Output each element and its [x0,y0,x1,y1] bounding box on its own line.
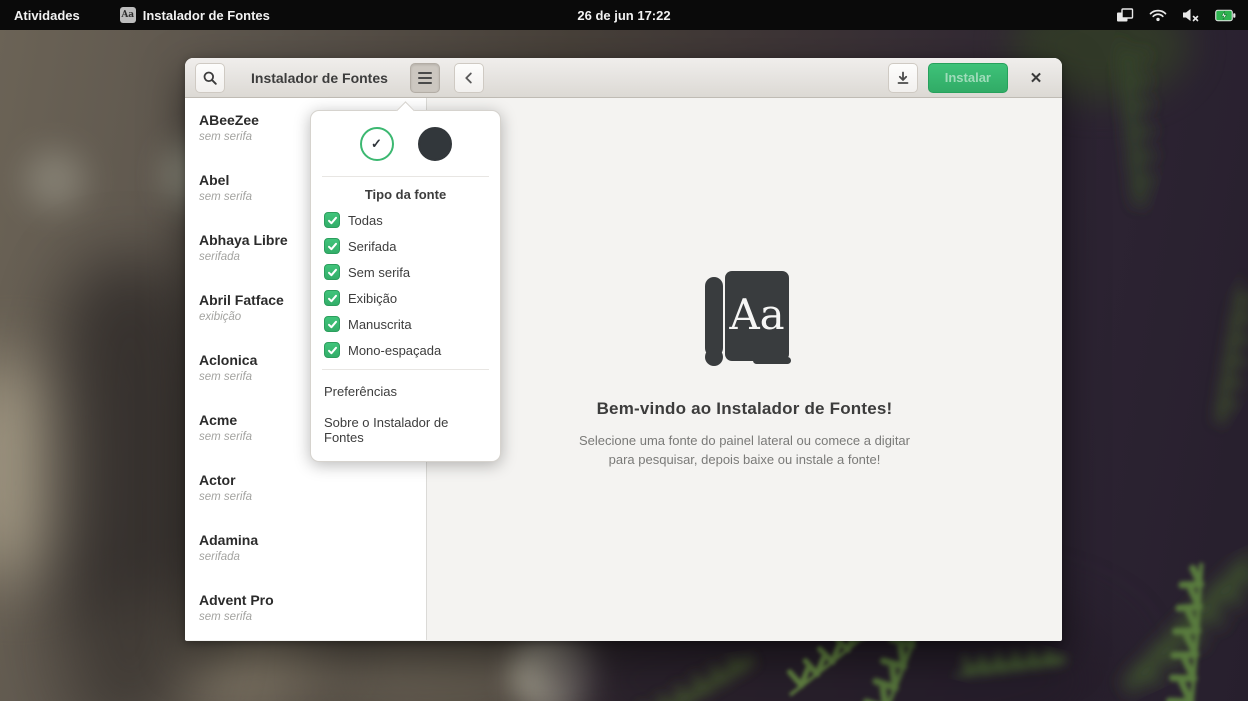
font-installer-window: Instalador de Fontes Instalar ✕ [185,58,1062,641]
font-name: Actor [199,472,426,488]
font-name: Advent Pro [199,592,426,608]
font-list-item[interactable]: Advent Pro sem serifa [199,592,426,641]
menu-button[interactable] [410,63,440,93]
search-icon [202,70,218,86]
welcome-title: Bem-vindo ao Instalador de Fontes! [597,399,893,419]
checkbox-checked-icon[interactable] [324,316,340,332]
main-menu-popover: ✓ Tipo da fonte Todas Serifada Sem serif… [310,110,501,462]
menu-item-preferences[interactable]: Preferências [311,376,500,407]
welcome-pane: Aa Bem-vindo ao Instalador de Fontes! Se… [427,98,1062,640]
search-button[interactable] [195,63,225,93]
filter-label: Todas [348,213,383,228]
font-category: serifada [199,551,426,563]
volume-muted-icon[interactable] [1182,8,1200,22]
filter-sans-serif[interactable]: Sem serifa [311,259,500,285]
dark-theme-button[interactable] [418,127,452,161]
book-icon-label: Aa [728,290,784,339]
font-type-section-title: Tipo da fonte [311,177,500,207]
back-button[interactable] [454,63,484,93]
font-list-item[interactable]: Adamina serifada [199,532,426,592]
filter-all[interactable]: Todas [311,207,500,233]
header-bar: Instalador de Fontes Instalar ✕ [185,58,1062,98]
checkbox-checked-icon[interactable] [324,342,340,358]
battery-charging-icon[interactable] [1215,9,1236,22]
activities-button[interactable]: Atividades [14,8,80,23]
chevron-left-icon [461,70,477,86]
focused-app-name: Instalador de Fontes [143,8,270,23]
check-icon: ✓ [371,136,382,152]
filter-label: Manuscrita [348,317,412,332]
filter-display[interactable]: Exibição [311,285,500,311]
install-button[interactable]: Instalar [928,63,1008,93]
welcome-subtitle: Selecione uma fonte do painel lateral ou… [579,432,910,470]
workspaces-icon[interactable] [1116,8,1134,23]
font-name: Adamina [199,532,426,548]
checkbox-checked-icon[interactable] [324,290,340,306]
filter-handwriting[interactable]: Manuscrita [311,311,500,337]
checkbox-checked-icon[interactable] [324,264,340,280]
checkbox-checked-icon[interactable] [324,238,340,254]
filter-label: Mono-espaçada [348,343,441,358]
focused-app-indicator[interactable]: Aa Instalador de Fontes [120,7,270,23]
filter-monospace[interactable]: Mono-espaçada [311,337,500,363]
font-category: sem serifa [199,491,426,503]
clock[interactable]: 26 de jun 17:22 [577,8,670,23]
menu-item-about[interactable]: Sobre o Instalador de Fontes [311,407,500,453]
font-list-item[interactable]: Actor sem serifa [199,472,426,532]
hamburger-icon [418,72,432,74]
window-title: Instalador de Fontes [251,70,388,86]
font-book-icon: Aa [693,269,797,373]
close-window-button[interactable]: ✕ [1024,66,1048,90]
close-icon: ✕ [1030,69,1043,87]
filter-label: Serifada [348,239,396,254]
light-theme-button[interactable]: ✓ [360,127,394,161]
top-bar: Atividades Aa Instalador de Fontes 26 de… [0,0,1248,30]
checkbox-checked-icon[interactable] [324,212,340,228]
font-category: sem serifa [199,611,426,623]
filter-label: Sem serifa [348,265,410,280]
download-icon [895,70,911,86]
filter-label: Exibição [348,291,397,306]
app-icon: Aa [120,7,136,23]
theme-selector: ✓ [311,111,500,176]
filter-serif[interactable]: Serifada [311,233,500,259]
wifi-icon[interactable] [1149,8,1167,22]
download-button[interactable] [888,63,918,93]
